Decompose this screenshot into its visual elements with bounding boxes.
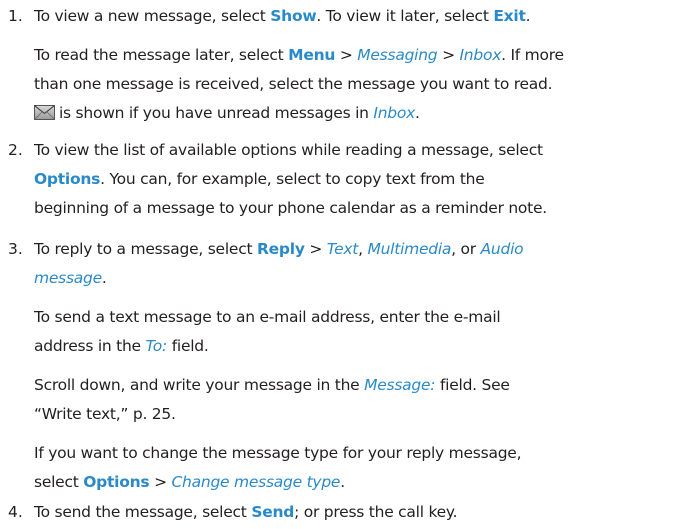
- text-run: Scroll down, and write your message in t…: [34, 376, 365, 394]
- line: To view a new message, select Show. To v…: [34, 2, 664, 31]
- step-4-instruction: To send the message, select Send; or pre…: [34, 498, 664, 527]
- path-separator: >: [335, 46, 358, 64]
- line: To reply to a message, select Reply > Te…: [34, 235, 664, 264]
- text-run: . To view it later, select: [316, 7, 494, 25]
- step-3-instruction: To reply to a message, select Reply > Te…: [34, 235, 664, 293]
- manual-page: 1. To view a new message, select Show. T…: [0, 0, 673, 529]
- envelope-icon: [34, 105, 55, 120]
- path-separator: >: [304, 240, 327, 258]
- text-run: .: [340, 473, 345, 491]
- line: is shown if you have unread messages in …: [34, 99, 664, 128]
- line: Scroll down, and write your message in t…: [34, 371, 664, 400]
- line: beginning of a message to your phone cal…: [34, 199, 547, 217]
- line: To send the message, select Send; or pre…: [34, 498, 664, 527]
- text-run: , or: [451, 240, 481, 258]
- step-3-change-type-note: If you want to change the message type f…: [34, 439, 664, 497]
- text-run: To reply to a message, select: [34, 240, 257, 258]
- send-command: Send: [251, 503, 295, 521]
- text-run: . You can, for example, select to copy t…: [100, 170, 485, 188]
- options-command: Options: [83, 473, 150, 491]
- show-command: Show: [270, 7, 317, 25]
- options-command: Options: [34, 170, 101, 188]
- audio-option: Audio: [480, 240, 524, 258]
- text-run: . If more: [501, 46, 564, 64]
- step-number: 3.: [8, 240, 23, 258]
- line: address in the To: field.: [34, 332, 664, 361]
- line: “Write text,” p. 25.: [34, 405, 176, 423]
- line: To view the list of available options wh…: [34, 141, 543, 159]
- reply-command: Reply: [256, 240, 305, 258]
- change-message-type-option: Change message type: [171, 473, 341, 491]
- path-separator: >: [437, 46, 460, 64]
- step-2-instruction: To view the list of available options wh…: [34, 136, 664, 223]
- step-3-write-note: Scroll down, and write your message in t…: [34, 371, 664, 429]
- text-run: To read the message later, select: [34, 46, 289, 64]
- text-run: .: [101, 269, 107, 287]
- text-run: ; or press the call key.: [294, 503, 458, 521]
- multimedia-option: Multimedia: [367, 240, 452, 258]
- step-3-email-note: To send a text message to an e-mail addr…: [34, 303, 664, 361]
- to-field-name: To:: [145, 337, 168, 355]
- text-run: is shown if you have unread messages in: [59, 104, 374, 122]
- message-field-name: Message:: [364, 376, 436, 394]
- text-run: .: [525, 7, 531, 25]
- inbox-path: Inbox: [373, 104, 416, 122]
- menu-command: Menu: [288, 46, 336, 64]
- text-run: field.: [167, 337, 209, 355]
- path-separator: >: [149, 473, 172, 491]
- inbox-path: Inbox: [459, 46, 502, 64]
- text-run: To view a new message, select: [34, 7, 271, 25]
- text-run: .: [415, 104, 420, 122]
- messaging-path: Messaging: [357, 46, 438, 64]
- text-run: select: [34, 473, 84, 491]
- step-number: 1.: [8, 7, 23, 25]
- step-number: 4.: [8, 503, 23, 521]
- line: message.: [34, 264, 664, 293]
- text-run: address in the: [34, 337, 146, 355]
- text-run: field. See: [435, 376, 510, 394]
- text-option: Text: [326, 240, 359, 258]
- text-run: To send the message, select: [34, 503, 252, 521]
- line: Options. You can, for example, select to…: [34, 165, 664, 194]
- line: To read the message later, select Menu >…: [34, 41, 664, 70]
- exit-command: Exit: [493, 7, 526, 25]
- step-1-read-later: To read the message later, select Menu >…: [34, 41, 664, 128]
- line: To send a text message to an e-mail addr…: [34, 308, 501, 326]
- line: than one message is received, select the…: [34, 75, 553, 93]
- line: select Options > Change message type.: [34, 468, 664, 497]
- step-1-instruction: To view a new message, select Show. To v…: [34, 2, 664, 31]
- step-number: 2.: [8, 141, 23, 159]
- audio-option-continued: message: [34, 269, 102, 287]
- line: If you want to change the message type f…: [34, 444, 522, 462]
